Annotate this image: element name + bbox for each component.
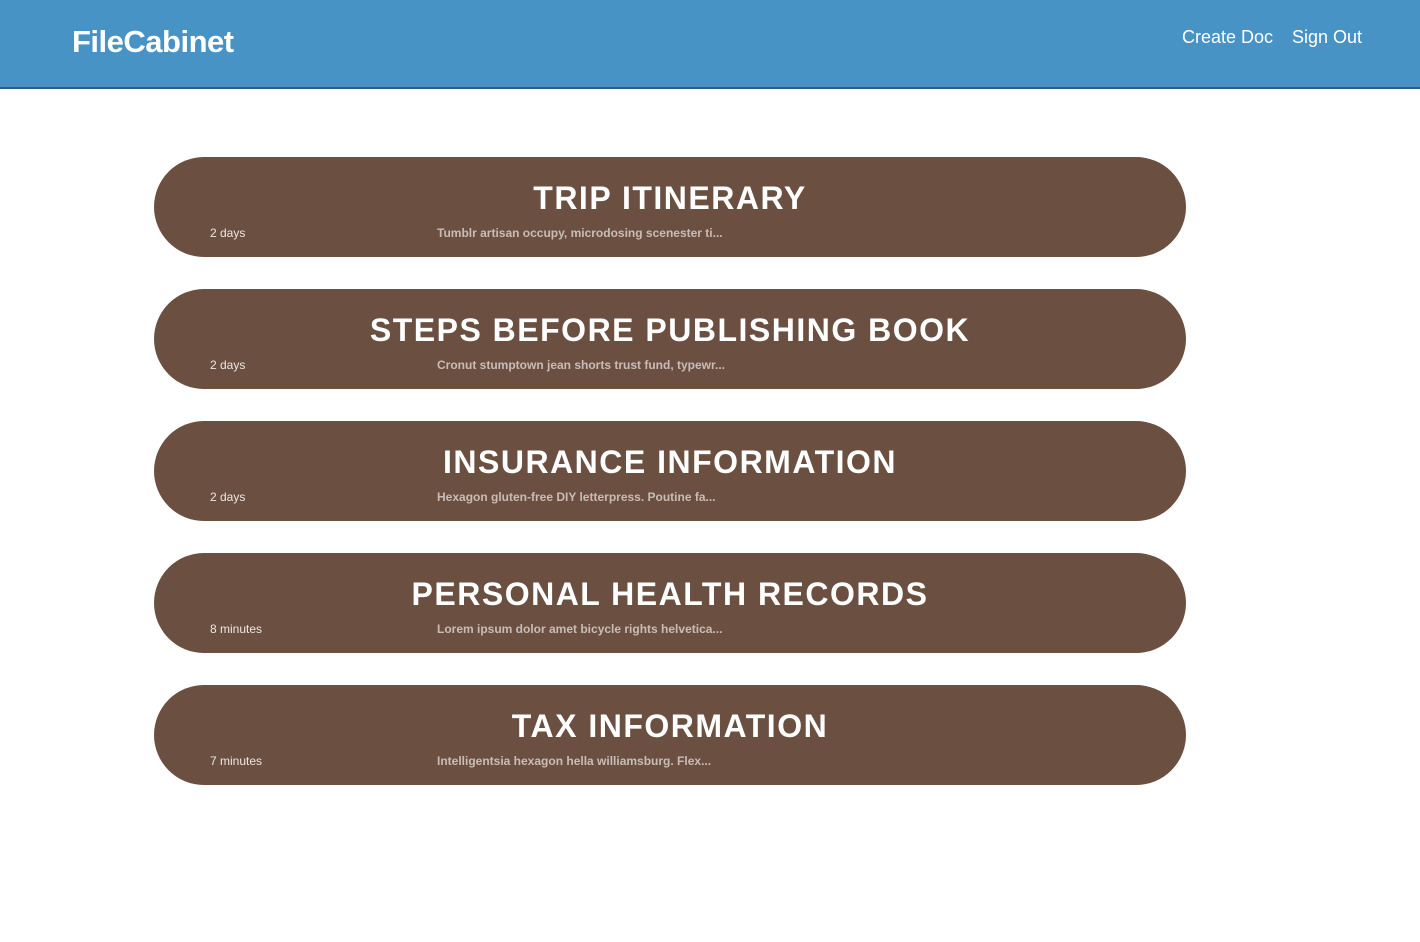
- document-card-trip-itinerary[interactable]: TRIP ITINERARY 2 days Tumblr artisan occ…: [154, 157, 1186, 257]
- document-age: 7 minutes: [210, 754, 263, 768]
- brand-logo-link[interactable]: FileCabinet: [72, 24, 234, 60]
- document-snippet: Lorem ipsum dolor amet bicycle rights he…: [437, 622, 723, 636]
- document-snippet: Intelligentsia hexagon hella williamsbur…: [437, 754, 712, 768]
- document-snippet: Cronut stumptown jean shorts trust fund,…: [437, 358, 726, 372]
- document-snippet: Tumblr artisan occupy, microdosing scene…: [437, 226, 723, 240]
- document-title: TAX INFORMATION: [511, 708, 829, 744]
- document-title: PERSONAL HEALTH RECORDS: [411, 576, 929, 612]
- document-age: 2 days: [210, 226, 246, 240]
- top-navbar: FileCabinet Create Doc Sign Out: [0, 0, 1420, 89]
- create-doc-link[interactable]: Create Doc: [1182, 27, 1273, 48]
- document-age: 8 minutes: [210, 622, 263, 636]
- document-title: TRIP ITINERARY: [533, 180, 807, 216]
- document-card-personal-health-records[interactable]: PERSONAL HEALTH RECORDS 8 minutes Lorem …: [154, 553, 1186, 653]
- document-snippet: Hexagon gluten-free DIY letterpress. Pou…: [437, 490, 716, 504]
- document-card-steps-before-publishing-book[interactable]: STEPS BEFORE PUBLISHING BOOK 2 days Cron…: [154, 289, 1186, 389]
- document-age: 2 days: [210, 358, 246, 372]
- document-list: TRIP ITINERARY 2 days Tumblr artisan occ…: [154, 157, 1186, 817]
- sign-out-link[interactable]: Sign Out: [1292, 27, 1362, 48]
- document-title: INSURANCE INFORMATION: [443, 444, 897, 480]
- document-card-insurance-information[interactable]: INSURANCE INFORMATION 2 days Hexagon glu…: [154, 421, 1186, 521]
- document-card-tax-information[interactable]: TAX INFORMATION 7 minutes Intelligentsia…: [154, 685, 1186, 785]
- document-title: STEPS BEFORE PUBLISHING BOOK: [369, 312, 971, 348]
- document-age: 2 days: [210, 490, 246, 504]
